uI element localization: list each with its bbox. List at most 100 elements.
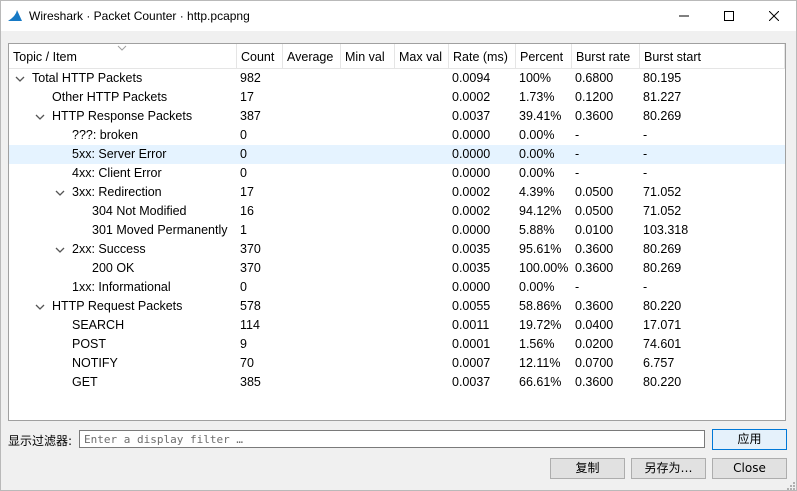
cell-average (283, 69, 341, 88)
column-header-count[interactable]: Count (237, 44, 283, 69)
cell-count: 0 (240, 128, 247, 142)
tree-row[interactable]: 3xx: Redirection 17 0.0002 4.39% 0.0500 71.05… (9, 183, 785, 202)
tree-row[interactable]: Total HTTP Packets 982 0.0094 100% 0.6800 80.… (9, 69, 785, 88)
tree-row[interactable]: ???: broken 0 0.0000 0.00% - - (9, 126, 785, 145)
expand-chevron-icon[interactable] (35, 302, 45, 312)
cell-count: 370 (240, 261, 261, 275)
cell-average (283, 297, 341, 316)
expand-chevron-icon[interactable] (15, 74, 25, 84)
minimize-button[interactable] (661, 1, 707, 31)
cell-max (395, 221, 449, 240)
cell-average (283, 221, 341, 240)
cell-burst-start: - (643, 280, 648, 294)
cell-min (341, 278, 395, 297)
expand-chevron-icon[interactable] (55, 188, 65, 198)
cell-burst-rate: 0.0500 (575, 204, 614, 218)
cell-average (283, 126, 341, 145)
cell-percent: 100.00% (519, 261, 569, 275)
sort-indicator-icon (117, 45, 127, 51)
close-window-button[interactable] (751, 1, 797, 31)
close-icon (769, 11, 779, 21)
cell-min (341, 373, 395, 392)
copy-button[interactable]: 复制 (550, 458, 625, 479)
apply-button[interactable]: 应用 (712, 429, 787, 450)
cell-burst-start: 71.052 (643, 204, 682, 218)
tree-row[interactable]: 304 Not Modified 16 0.0002 94.12% 0.0500 71.0… (9, 202, 785, 221)
tree-row[interactable]: 301 Moved Permanently 1 0.0000 5.88% 0.0100 1… (9, 221, 785, 240)
cell-min (341, 126, 395, 145)
cell-burst-start: 74.601 (643, 337, 682, 351)
cell-average (283, 316, 341, 335)
tree-row[interactable]: POST 9 0.0001 1.56% 0.0200 74.601 (9, 335, 785, 354)
cell-burst-start: 80.269 (643, 242, 682, 256)
column-header-max-val[interactable]: Max val (395, 44, 449, 69)
row-topic: Total HTTP Packets (32, 71, 143, 85)
cell-percent: 12.11% (519, 356, 561, 370)
close-button[interactable]: Close (712, 458, 787, 479)
title-bar[interactable]: Wireshark · Packet Counter · http.pcapng (1, 1, 796, 31)
column-header-burst-start[interactable]: Burst start (640, 44, 785, 69)
cell-burst-rate: 0.3600 (575, 109, 614, 123)
tree-row[interactable]: 5xx: Server Error 0 0.0000 0.00% - - (9, 145, 785, 164)
cell-burst-rate: 0.3600 (575, 242, 614, 256)
cell-burst-start: 6.757 (643, 356, 675, 370)
tree-row[interactable]: GET 385 0.0037 66.61% 0.3600 80.220 (9, 373, 785, 392)
cell-percent: 100% (519, 71, 551, 85)
window-title: Wireshark · Packet Counter · http.pcapng (29, 9, 250, 23)
cell-percent: 1.73% (519, 90, 555, 104)
tree-row[interactable]: NOTIFY 70 0.0007 12.11% 0.0700 6.757 (9, 354, 785, 373)
tree-row[interactable]: HTTP Request Packets 578 0.0055 58.86% 0.360… (9, 297, 785, 316)
cell-rate: 0.0002 (452, 204, 491, 218)
cell-rate: 0.0011 (452, 318, 490, 332)
cell-average (283, 202, 341, 221)
column-header-average[interactable]: Average (283, 44, 341, 69)
cell-rate: 0.0035 (452, 261, 491, 275)
display-filter-input[interactable] (79, 430, 705, 448)
cell-percent: 0.00% (519, 280, 555, 294)
cell-count: 0 (240, 147, 247, 161)
cell-rate: 0.0037 (452, 109, 491, 123)
column-header-rate[interactable]: Rate (ms) (449, 44, 516, 69)
cell-count: 387 (240, 109, 261, 123)
column-header-burst-rate[interactable]: Burst rate (572, 44, 640, 69)
cell-min (341, 316, 395, 335)
save-as-button[interactable]: 另存为… (631, 458, 706, 479)
cell-count: 385 (240, 375, 261, 389)
expand-chevron-icon[interactable] (55, 245, 65, 255)
tree-row[interactable]: Other HTTP Packets 17 0.0002 1.73% 0.1200 81.… (9, 88, 785, 107)
tree-row[interactable]: HTTP Response Packets 387 0.0037 39.41% 0.36… (9, 107, 785, 126)
expand-chevron-icon[interactable] (35, 112, 45, 122)
maximize-button[interactable] (706, 1, 752, 31)
row-topic: 301 Moved Permanently (92, 223, 228, 237)
cell-count: 982 (240, 71, 261, 85)
cell-max (395, 259, 449, 278)
cell-max (395, 145, 449, 164)
packet-counter-tree[interactable]: Topic / Item Count Average Min val Max val Ra… (8, 43, 786, 421)
tree-row[interactable]: 4xx: Client Error 0 0.0000 0.00% - - (9, 164, 785, 183)
row-topic: POST (72, 337, 107, 351)
cell-max (395, 88, 449, 107)
cell-min (341, 221, 395, 240)
row-topic: 3xx: Redirection (72, 185, 162, 199)
tree-row[interactable]: 1xx: Informational 0 0.0000 0.00% - - (9, 278, 785, 297)
cell-burst-rate: 0.0100 (575, 223, 614, 237)
cell-min (341, 164, 395, 183)
cell-burst-start: 17.071 (643, 318, 682, 332)
cell-average (283, 335, 341, 354)
cell-min (341, 145, 395, 164)
minimize-icon (679, 15, 689, 17)
row-topic: 5xx: Server Error (72, 147, 167, 161)
tree-row[interactable]: SEARCH 114 0.0011 19.72% 0.0400 17.071 (9, 316, 785, 335)
cell-min (341, 69, 395, 88)
cell-count: 16 (240, 204, 254, 218)
cell-rate: 0.0001 (452, 337, 491, 351)
cell-min (341, 88, 395, 107)
row-topic: HTTP Response Packets (52, 109, 193, 123)
column-header-percent[interactable]: Percent (516, 44, 572, 69)
tree-row[interactable]: 2xx: Success 370 0.0035 95.61% 0.3600 80.269 (9, 240, 785, 259)
tree-row[interactable]: 200 OK 370 0.0035 100.00% 0.3600 80.269 (9, 259, 785, 278)
cell-burst-rate: - (575, 166, 580, 180)
cell-count: 0 (240, 280, 247, 294)
resize-grip-icon[interactable] (784, 479, 796, 491)
column-header-min-val[interactable]: Min val (341, 44, 395, 69)
